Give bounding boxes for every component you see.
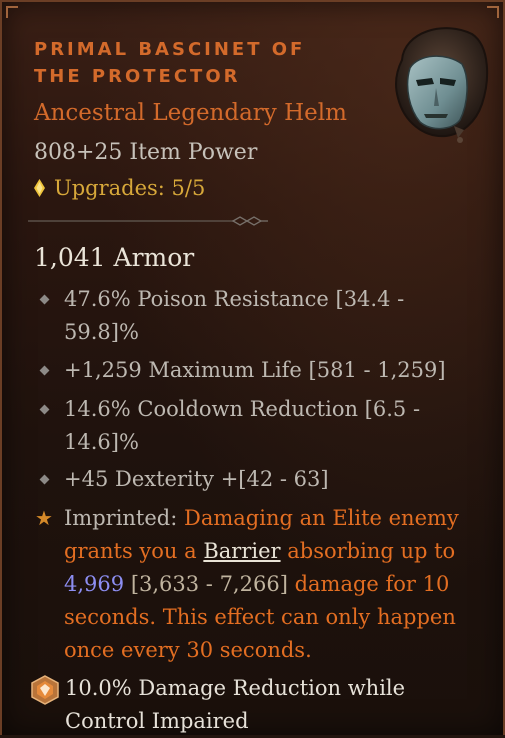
imprint-label: Imprinted:: [64, 506, 178, 530]
item-name: Primal Bascinet of the Protector: [34, 39, 306, 87]
imprint-range: [3,633 - 7,266]: [130, 572, 288, 596]
imprint-star-icon: ★: [35, 506, 53, 530]
affix-text: +45 Dexterity +[42 - 63]: [64, 467, 329, 491]
damage-reduction-gem-icon: [31, 675, 59, 705]
imprint-value: 4,969: [64, 572, 125, 596]
affix-bullet-icon: [39, 294, 50, 305]
helm-item-icon: [394, 27, 489, 143]
divider-ornament: [28, 216, 268, 226]
special-affix-text: 10.0% Damage Reduction while Control Imp…: [65, 676, 406, 733]
barrier-keyword-link[interactable]: Barrier: [203, 539, 280, 563]
upgrades-label: Upgrades: 5/5: [54, 176, 206, 200]
affix-bullet-icon: [39, 365, 50, 376]
armor-value: 1,041 Armor: [34, 243, 195, 272]
affix-text: +1,259 Maximum Life [581 - 1,259]: [64, 358, 446, 382]
affix-bullet-icon: [39, 404, 50, 415]
imprinted-aspect: Imprinted: Damaging an Elite enemy grant…: [64, 502, 489, 667]
frame-corner-top-right: [487, 6, 499, 18]
upgrades-row: Upgrades: 5/5: [34, 173, 205, 203]
imprint-text-2: absorbing up to: [287, 539, 456, 563]
item-power: 808+25 Item Power: [34, 140, 258, 165]
frame-corner-top-left: [6, 6, 18, 18]
upgrade-diamond-icon: [34, 179, 45, 197]
item-tooltip: Primal Bascinet of the Protector Ancestr…: [0, 0, 505, 735]
item-type: Ancestral Legendary Helm: [34, 100, 347, 126]
affix-text: 14.6% Cooldown Reduction [6.5 - 14.6]%: [64, 397, 421, 454]
affix-text: 47.6% Poison Resistance [34.4 - 59.8]%: [64, 287, 405, 344]
affix-bullet-icon: [39, 474, 50, 485]
